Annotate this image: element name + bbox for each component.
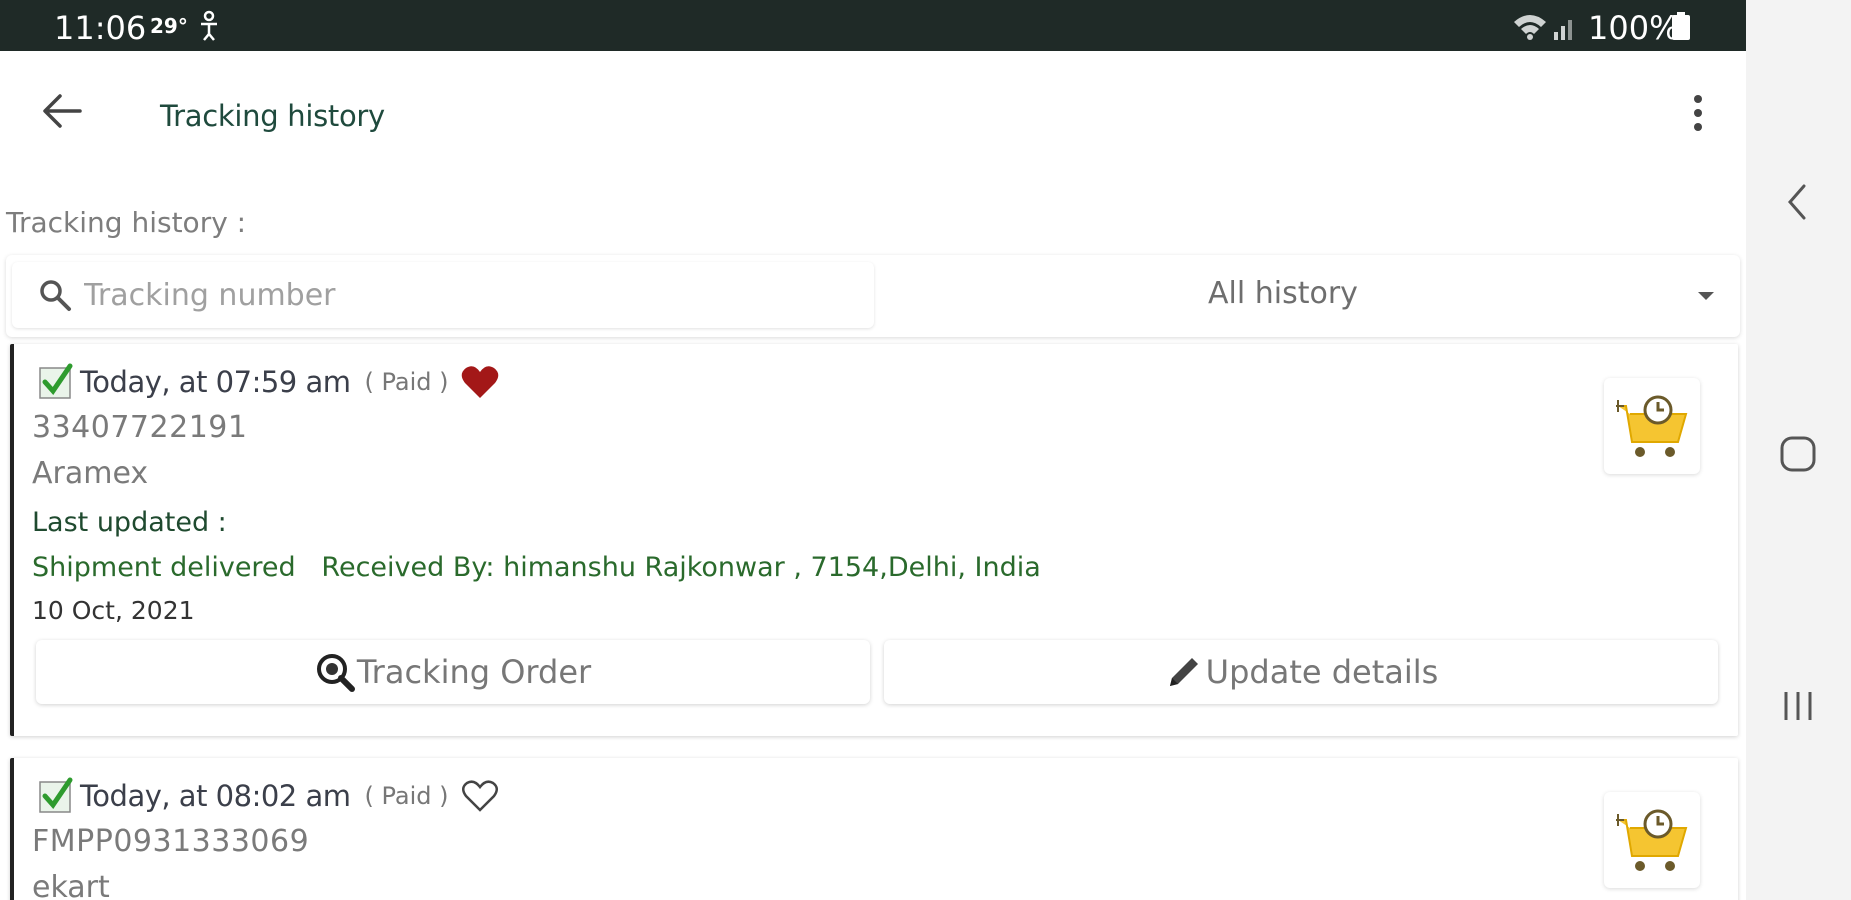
- battery-icon: [1672, 12, 1690, 40]
- dropdown-caret-icon: [1698, 292, 1714, 300]
- cart-button[interactable]: [1604, 792, 1700, 888]
- card-header: Today, at 07:59 am ( Paid ): [36, 362, 500, 402]
- tracking-order-button[interactable]: Tracking Order: [36, 640, 870, 704]
- shopping-cart-icon: [1616, 395, 1688, 457]
- page-title: Tracking history: [160, 99, 385, 133]
- nav-recents-icon[interactable]: [1776, 684, 1820, 728]
- search-icon: [40, 280, 71, 311]
- search-package-icon: [316, 654, 355, 692]
- tracking-number: 33407722191: [32, 410, 248, 445]
- battery-percentage: 100%: [1588, 9, 1680, 47]
- search-box[interactable]: [12, 262, 874, 328]
- tracking-card[interactable]: Today, at 08:02 am ( Paid ) FMPP09313330…: [10, 758, 1738, 900]
- history-filter-selected: All history: [1208, 276, 1358, 311]
- status-date: 10 Oct, 2021: [32, 596, 195, 625]
- shopping-cart-icon: [1616, 809, 1688, 871]
- update-details-button[interactable]: Update details: [884, 640, 1718, 704]
- status-bar: 11:06 29° 100%: [0, 0, 1746, 51]
- card-time: Today, at 07:59 am: [80, 365, 351, 399]
- update-details-label: Update details: [1205, 653, 1439, 691]
- heart-outline-icon[interactable]: [460, 778, 500, 814]
- more-options-icon[interactable]: [1686, 91, 1710, 135]
- checkbox-checked-icon[interactable]: [36, 776, 76, 816]
- checkbox-checked-icon[interactable]: [36, 362, 76, 402]
- filter-row: All history: [6, 255, 1740, 337]
- app-bar: Tracking history: [0, 51, 1746, 179]
- wifi-icon: [1514, 15, 1546, 40]
- card-time: Today, at 08:02 am: [80, 779, 351, 813]
- nav-home-icon[interactable]: [1776, 432, 1820, 476]
- status-time: 11:06: [54, 9, 147, 47]
- card-header: Today, at 08:02 am ( Paid ): [36, 776, 500, 816]
- nav-back-icon[interactable]: [1776, 180, 1820, 224]
- heart-filled-icon[interactable]: [460, 364, 500, 400]
- carrier-name: Aramex: [32, 456, 149, 491]
- paid-label: ( Paid ): [364, 782, 449, 810]
- tracking-number-input[interactable]: [84, 272, 844, 318]
- tracking-card[interactable]: Today, at 07:59 am ( Paid ) 33407722191 …: [10, 344, 1738, 736]
- last-updated-label: Last updated :: [32, 507, 227, 538]
- back-arrow-icon[interactable]: [40, 91, 84, 131]
- paid-label: ( Paid ): [364, 368, 449, 396]
- status-temperature: 29°: [150, 14, 188, 38]
- history-filter-dropdown[interactable]: All history: [876, 262, 1736, 328]
- cart-button[interactable]: [1604, 378, 1700, 474]
- tracking-number: FMPP0931333069: [32, 824, 310, 859]
- carrier-name: ekart: [32, 870, 110, 900]
- section-label: Tracking history :: [6, 206, 247, 239]
- shipment-status: Shipment delivered Received By: himanshu…: [32, 552, 1041, 583]
- signal-icon: [1554, 20, 1572, 40]
- tracking-order-label: Tracking Order: [356, 653, 592, 691]
- accessibility-icon: [201, 10, 217, 41]
- pencil-icon: [1169, 658, 1198, 686]
- system-navigation-bar: [1746, 0, 1851, 900]
